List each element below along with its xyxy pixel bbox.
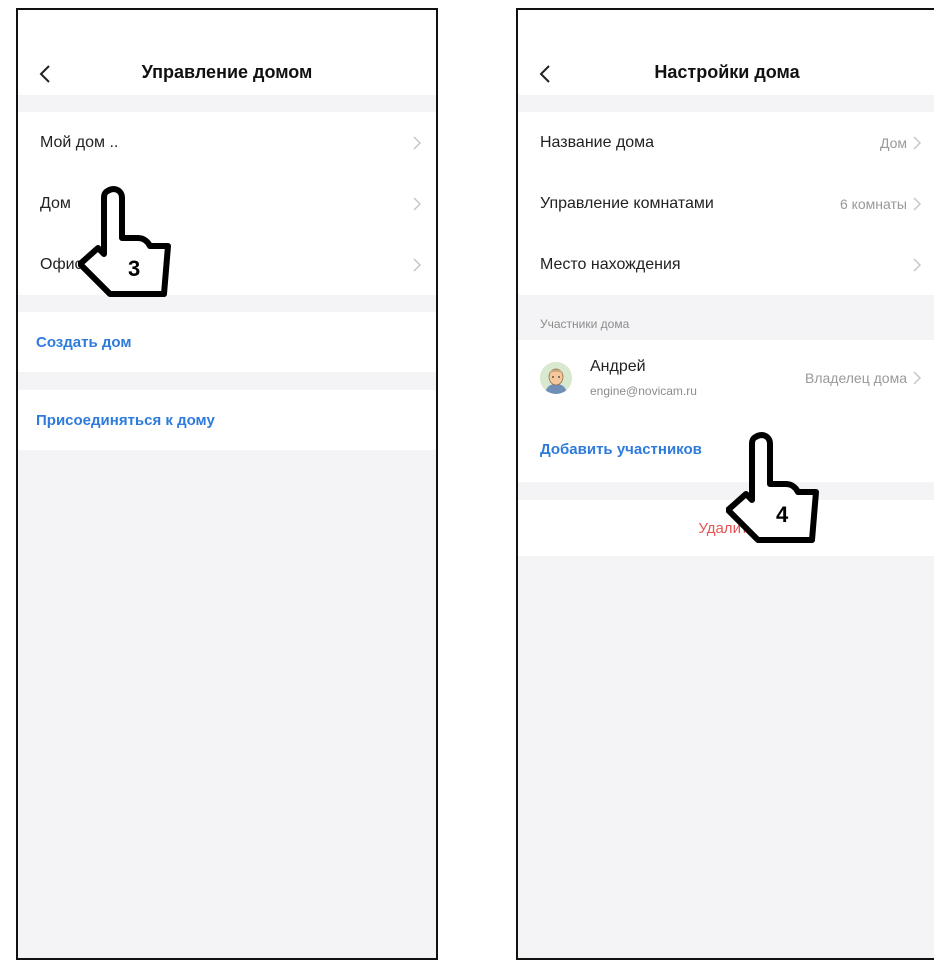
user-avatar-icon <box>540 362 572 394</box>
join-home-button[interactable]: Присоединяться к дому <box>18 390 436 450</box>
setting-label: Место нахождения <box>540 255 681 273</box>
chevron-right-icon <box>913 197 921 210</box>
member-email: engine@novicam.ru <box>590 384 697 398</box>
chevron-right-icon <box>913 371 921 385</box>
home-settings-screen: Настройки дома Название дома Дом Управле… <box>516 8 934 960</box>
member-row[interactable]: Андрей engine@novicam.ru Владелец дома <box>518 340 934 416</box>
step-number-4: 4 <box>776 502 789 527</box>
chevron-right-icon <box>913 136 921 149</box>
home-item-label: Мой дом .. <box>40 133 119 151</box>
chevron-right-icon <box>413 197 421 210</box>
members-caption: Участники дома <box>540 317 630 331</box>
pointing-hand-icon: 4 <box>726 432 819 543</box>
member-role: Владелец дома <box>804 370 907 386</box>
setting-room-management[interactable]: Управление комнатами 6 комнаты <box>518 173 934 234</box>
create-home-button[interactable]: Создать дом <box>18 312 436 372</box>
setting-value: Дом <box>879 134 907 151</box>
setting-value: 6 комнаты <box>839 195 907 212</box>
setting-label: Управление комнатами <box>540 194 714 212</box>
chevron-right-icon <box>913 258 921 271</box>
home-management-screen: Управление домом Мой дом .. Дом Офис Соз… <box>16 8 438 960</box>
page-title: Управление домом <box>141 62 313 82</box>
header: Настройки дома <box>518 10 934 95</box>
join-home-section: Присоединяться к дому <box>18 390 436 450</box>
setting-location[interactable]: Место нахождения <box>518 234 934 295</box>
pointing-hand-icon: 3 <box>78 186 171 297</box>
step-number-3: 3 <box>128 256 140 281</box>
create-home-section: Создать дом <box>18 312 436 372</box>
member-name: Андрей <box>590 358 646 375</box>
header: Управление домом <box>18 10 436 95</box>
home-item-my-home[interactable]: Мой дом .. <box>18 112 436 173</box>
setting-label: Название дома <box>540 133 655 151</box>
settings-list: Название дома Дом Управление комнатами 6… <box>518 112 934 295</box>
setting-home-name[interactable]: Название дома Дом <box>518 112 934 173</box>
chevron-right-icon <box>413 136 421 149</box>
page-title: Настройки дома <box>654 62 800 82</box>
chevron-right-icon <box>413 258 421 271</box>
